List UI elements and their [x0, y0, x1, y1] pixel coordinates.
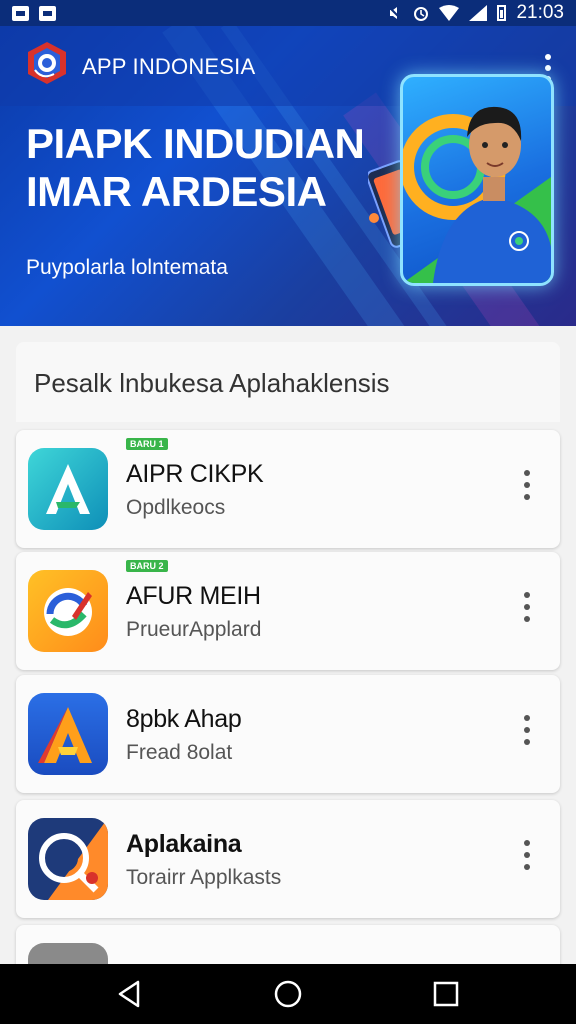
hero-heading-line2: IMAR ARDESIA	[26, 168, 327, 215]
hero-heading: PIAPK INDUDIAN IMAR ARDESIA	[26, 120, 406, 216]
app-description: PrueurApplard	[126, 618, 262, 641]
hero-portrait-card	[400, 74, 554, 286]
person-portrait-icon	[403, 106, 551, 283]
alarm-icon	[414, 7, 429, 21]
app-name: 8pbk Ahap	[126, 705, 242, 733]
list-item-app-3[interactable]: 8pbk Ahap Fread 8olat	[16, 675, 560, 793]
signal-icon	[469, 5, 488, 21]
aplakaina-app-icon	[28, 818, 108, 900]
app-description: Fread 8olat	[126, 741, 233, 764]
image-notification-icon	[39, 5, 56, 21]
battery-icon	[497, 5, 507, 21]
app-description: Torairr Applkasts	[126, 866, 282, 889]
wifi-icon	[439, 5, 460, 21]
status-left	[12, 5, 56, 21]
app-name: AIPR CIKPK	[126, 460, 264, 488]
clock: 21:03	[516, 2, 564, 23]
app-description: Opdlkeocs	[126, 496, 226, 519]
list-item-app-4[interactable]: Aplakaina Torairr Applkasts	[16, 800, 560, 918]
hero-heading-line1: PIAPK INDUDIAN	[26, 120, 365, 167]
spbk-app-icon	[28, 693, 108, 775]
app-logo-icon	[28, 42, 66, 84]
status-bar: 21:03	[0, 0, 576, 26]
aipr-app-icon	[28, 448, 108, 530]
list-item-app-1[interactable]: BARU 1 AIPR CIKPK Opdlkeocs	[16, 430, 560, 548]
afur-app-icon	[28, 570, 108, 652]
gallery-notification-icon	[12, 5, 29, 21]
recents-square-icon[interactable]	[430, 978, 462, 1010]
item-more-vert-icon[interactable]	[522, 840, 532, 870]
section-header: Pesalk lnbukesa Aplahaklensis	[16, 342, 560, 422]
app-name: AFUR MEIH	[126, 582, 261, 610]
hero-banner[interactable]: APP INDONESIA PIAPK INDUDIAN IMAR ARDESI…	[0, 26, 576, 326]
new-badge: BARU 1	[126, 438, 168, 450]
item-more-vert-icon[interactable]	[522, 592, 532, 622]
list-item-app-2[interactable]: BARU 2 AFUR MEIH PrueurApplard	[16, 552, 560, 670]
status-right: 21:03	[387, 2, 564, 24]
home-circle-icon[interactable]	[272, 978, 304, 1010]
item-more-vert-icon[interactable]	[522, 470, 532, 500]
app-title: APP INDONESIA	[82, 54, 256, 79]
navigation-bar	[0, 964, 576, 1024]
hero-subtitle: Puypolarla lolntemata	[26, 256, 228, 279]
new-badge: BARU 2	[126, 560, 168, 572]
section-title: Pesalk lnbukesa Aplahaklensis	[34, 368, 390, 398]
app-name: Aplakaina	[126, 830, 242, 858]
mute-icon	[387, 5, 404, 21]
item-more-vert-icon[interactable]	[522, 715, 532, 745]
back-triangle-icon[interactable]	[114, 978, 146, 1010]
